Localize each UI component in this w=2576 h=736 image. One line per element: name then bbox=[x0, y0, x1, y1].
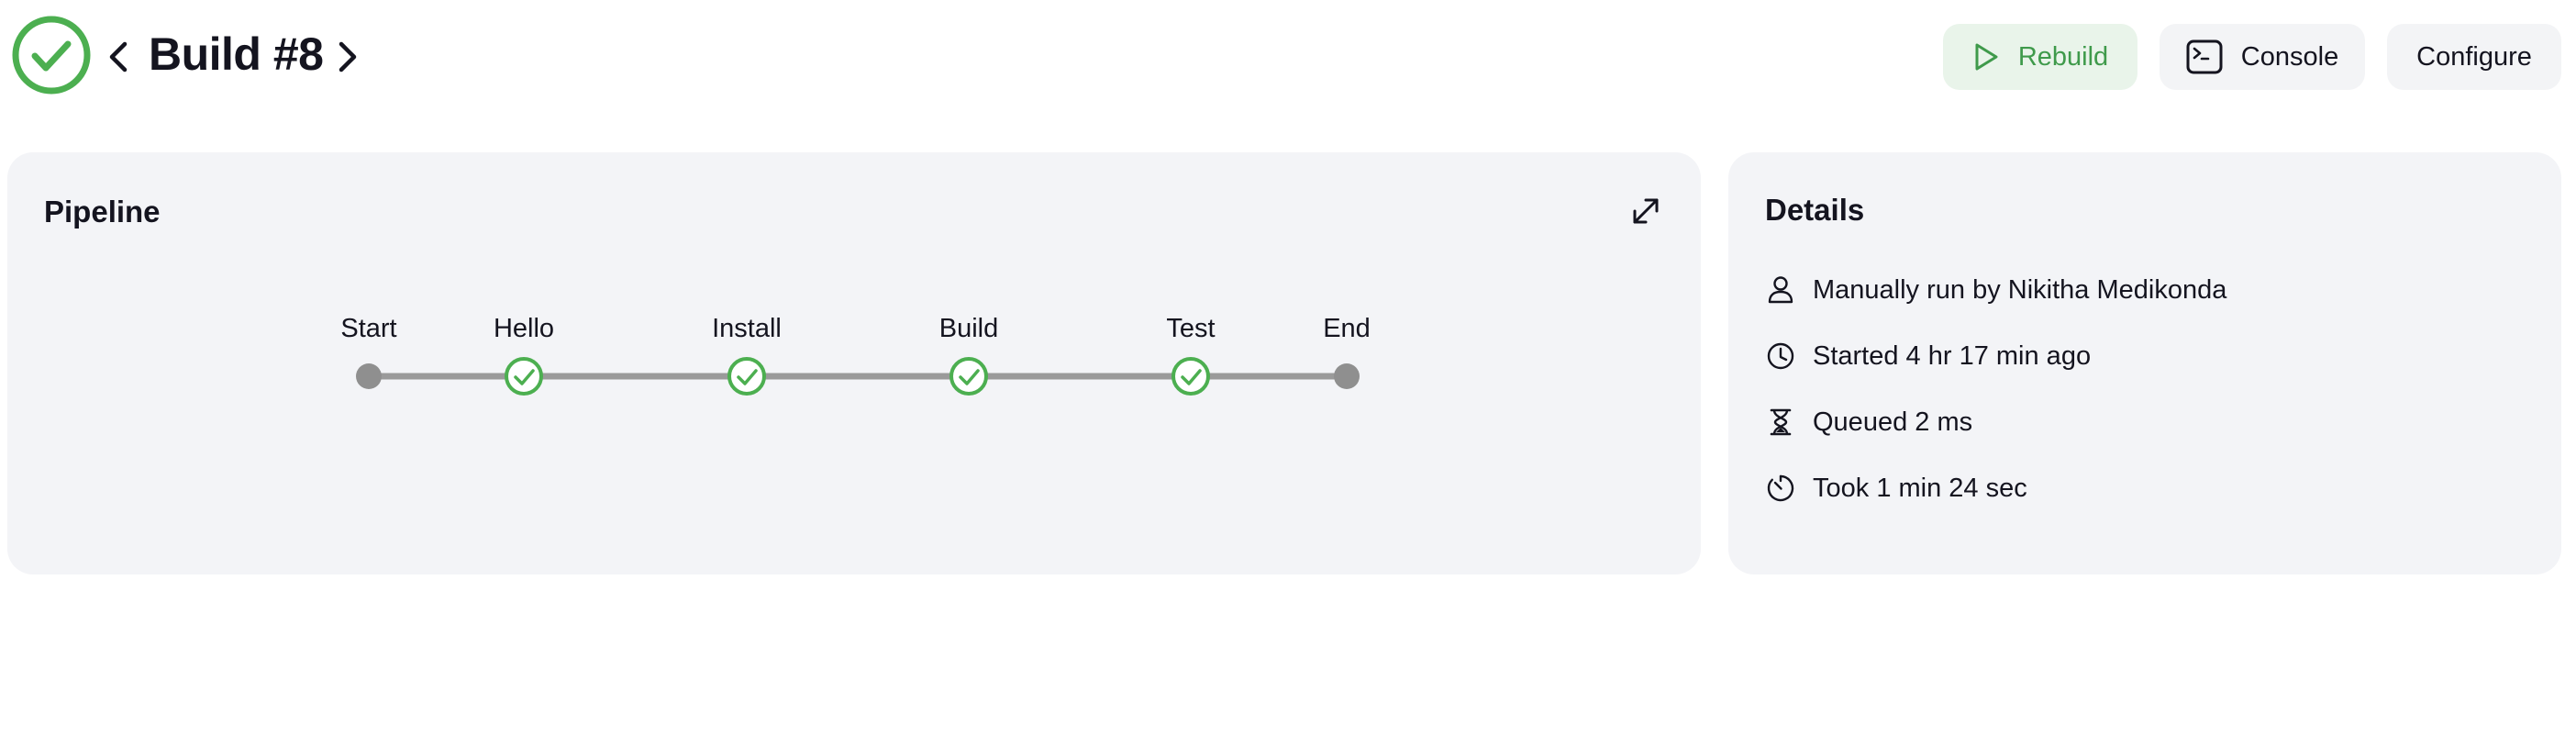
rebuild-label: Rebuild bbox=[2017, 41, 2109, 72]
terminal-icon bbox=[2186, 39, 2223, 74]
console-label: Console bbox=[2240, 41, 2339, 72]
configure-label: Configure bbox=[2416, 41, 2532, 72]
detail-queued-text: Queued 2 ms bbox=[1813, 407, 1973, 437]
console-button[interactable]: Console bbox=[2160, 24, 2365, 90]
detail-started: Started 4 hr 17 min ago bbox=[1765, 336, 2091, 376]
stage-label-hello: Hello bbox=[493, 314, 555, 343]
rebuild-button[interactable]: Rebuild bbox=[1943, 24, 2137, 90]
play-icon bbox=[1972, 41, 2000, 72]
detail-run-by-text: Manually run by Nikitha Medikonda bbox=[1813, 275, 2227, 305]
check-circle-icon bbox=[11, 15, 92, 95]
detail-duration: Took 1 min 24 sec bbox=[1765, 468, 2027, 508]
detail-run-by: Manually run by Nikitha Medikonda bbox=[1765, 270, 2226, 310]
stage-label-test: Test bbox=[1166, 314, 1216, 343]
pipeline-title: Pipeline bbox=[44, 195, 161, 229]
expand-icon[interactable] bbox=[1629, 195, 1662, 228]
stage-label-start: Start bbox=[340, 314, 397, 343]
details-title: Details bbox=[1765, 193, 1865, 227]
chevron-left-icon[interactable] bbox=[103, 35, 134, 79]
hourglass-icon bbox=[1765, 407, 1796, 438]
detail-duration-text: Took 1 min 24 sec bbox=[1813, 474, 2027, 503]
timer-icon bbox=[1765, 473, 1796, 504]
chevron-right-icon[interactable] bbox=[332, 35, 363, 79]
user-icon bbox=[1765, 274, 1796, 306]
pipeline-card bbox=[7, 152, 1701, 574]
stage-label-install: Install bbox=[712, 314, 782, 343]
page-title: Build #8 bbox=[149, 28, 324, 80]
stage-label-build: Build bbox=[938, 314, 999, 343]
detail-queued: Queued 2 ms bbox=[1765, 402, 1972, 442]
detail-started-text: Started 4 hr 17 min ago bbox=[1813, 341, 2092, 371]
stage-label-end: End bbox=[1323, 314, 1371, 343]
clock-icon bbox=[1765, 340, 1796, 372]
configure-button[interactable]: Configure bbox=[2387, 24, 2561, 90]
